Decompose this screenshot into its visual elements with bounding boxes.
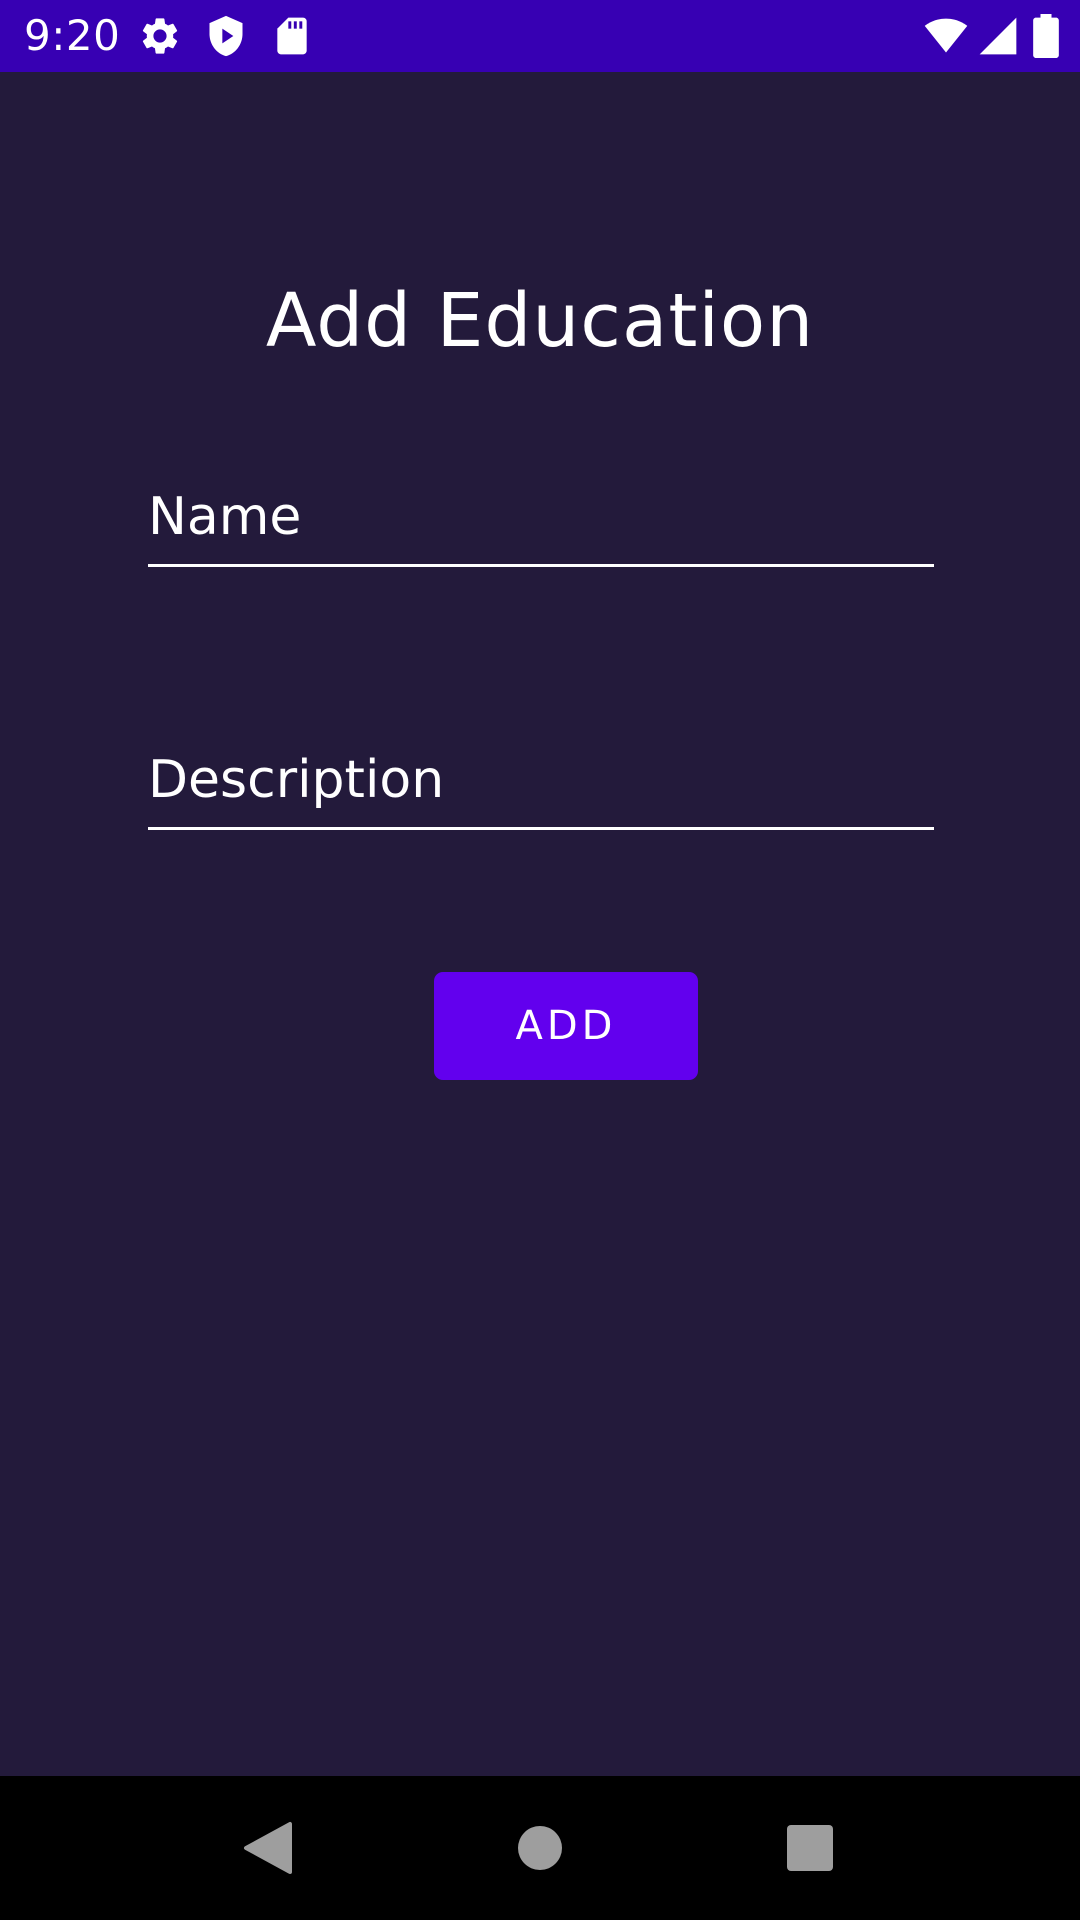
sd-card-icon [270,14,314,58]
name-field[interactable] [148,482,934,567]
navigation-bar [0,1776,1080,1920]
name-input[interactable] [148,482,934,552]
add-button[interactable]: ADD [434,972,698,1080]
status-time: 9:20 [24,11,121,60]
status-bar: 9:20 [0,0,1080,72]
description-field[interactable] [148,745,934,830]
description-input[interactable] [148,745,934,815]
wifi-icon [922,14,970,58]
play-protect-icon [204,14,248,58]
home-icon[interactable] [504,1812,576,1884]
recents-icon[interactable] [774,1812,846,1884]
name-underline [148,564,934,567]
settings-icon [138,14,182,58]
battery-icon [1030,14,1062,58]
back-icon[interactable] [232,1812,304,1884]
page-title: Add Education [265,278,815,364]
cell-signal-icon [976,14,1020,58]
description-underline [148,827,934,830]
